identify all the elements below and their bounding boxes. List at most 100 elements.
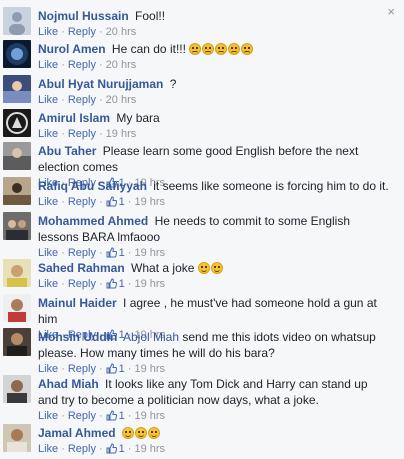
avatar[interactable] (3, 424, 31, 452)
like-link[interactable]: Like (38, 196, 58, 208)
reply-link[interactable]: Reply (68, 247, 96, 259)
separator-dot: · (98, 26, 103, 38)
reply-link[interactable]: Reply (68, 128, 96, 140)
avatar[interactable] (3, 177, 31, 205)
thumbs-up-icon (106, 443, 117, 454)
commenter-name[interactable]: Amirul Islam (38, 111, 110, 125)
timestamp[interactable]: 19 hrs (134, 278, 165, 290)
like-link[interactable]: Like (38, 443, 58, 455)
commenter-name[interactable]: Nurol Amen (38, 42, 106, 56)
commenter-name[interactable]: Ahad Miah (38, 377, 99, 391)
avatar[interactable] (3, 328, 31, 356)
mention-link[interactable]: Abjol Miah (123, 330, 179, 344)
thumbs-up-icon (106, 410, 117, 421)
like-link[interactable]: Like (38, 410, 58, 422)
like-link[interactable]: Like (38, 128, 58, 140)
reply-link[interactable]: Reply (68, 363, 96, 375)
comment-meta: Like · Reply · 1 · 19 hrs (38, 409, 390, 424)
timestamp[interactable]: 19 hrs (106, 128, 137, 140)
reply-link[interactable]: Reply (68, 278, 96, 290)
like-link[interactable]: Like (38, 94, 58, 106)
separator-dot: · (98, 196, 103, 208)
commenter-name[interactable]: Rafiq Abu Safiyyah (38, 179, 147, 193)
like-count[interactable]: 1 (106, 196, 125, 208)
timestamp[interactable]: 20 hrs (106, 59, 137, 71)
timestamp[interactable]: 20 hrs (106, 94, 137, 106)
reply-link[interactable]: Reply (68, 443, 96, 455)
timestamp[interactable]: 19 hrs (134, 247, 165, 259)
comment-text: ? (169, 77, 177, 91)
separator-dot: · (61, 278, 65, 290)
laughing-face-icon (197, 261, 224, 275)
like-count[interactable]: 1 (106, 443, 125, 455)
reply-link[interactable]: Reply (68, 196, 96, 208)
separator-dot: · (98, 410, 103, 422)
crying-face-icon (189, 42, 254, 56)
separator-dot: · (61, 59, 65, 71)
avatar[interactable] (3, 75, 31, 103)
separator-dot: · (61, 443, 65, 455)
comment-meta: Like · Reply · 20 hrs (38, 58, 390, 73)
commenter-name[interactable]: Abul Hyat Nurujjaman (38, 77, 163, 91)
reply-link[interactable]: Reply (68, 26, 96, 38)
separator-dot: · (61, 94, 65, 106)
avatar[interactable] (3, 7, 31, 35)
avatar[interactable] (3, 294, 31, 322)
reply-link[interactable]: Reply (68, 59, 96, 71)
separator-dot: · (61, 26, 65, 38)
like-count[interactable]: 1 (106, 278, 125, 290)
comment-text: What a joke (131, 261, 195, 275)
avatar[interactable] (3, 259, 31, 287)
separator-dot: · (127, 443, 132, 455)
reply-link[interactable]: Reply (68, 94, 96, 106)
like-count[interactable]: 1 (106, 410, 125, 422)
like-link[interactable]: Like (38, 363, 58, 375)
commenter-name[interactable]: Mohammed Ahmed (38, 214, 148, 228)
separator-dot: · (98, 59, 103, 71)
separator-dot: · (61, 128, 65, 140)
commenter-name[interactable]: Abu Taher (38, 144, 96, 158)
like-link[interactable]: Like (38, 26, 58, 38)
timestamp[interactable]: 19 hrs (134, 363, 165, 375)
comment-meta: Like · Reply · 1 · 19 hrs (38, 195, 390, 210)
timestamp[interactable]: 19 hrs (134, 196, 165, 208)
separator-dot: · (127, 410, 132, 422)
separator-dot: · (127, 196, 132, 208)
separator-dot: · (127, 363, 132, 375)
avatar[interactable] (3, 142, 31, 170)
like-count[interactable]: 1 (106, 363, 125, 375)
like-count[interactable]: 1 (106, 247, 125, 259)
comment-meta: Like · Reply · 20 hrs (38, 93, 390, 108)
separator-dot: · (61, 196, 65, 208)
comment-meta: Like · Reply · 1 · 19 hrs (38, 442, 390, 457)
avatar[interactable] (3, 212, 31, 240)
avatar[interactable] (3, 40, 31, 68)
commenter-name[interactable]: Mainul Haider (38, 296, 117, 310)
like-link[interactable]: Like (38, 247, 58, 259)
separator-dot: · (98, 128, 103, 140)
separator-dot: · (98, 443, 103, 455)
like-link[interactable]: Like (38, 278, 58, 290)
comment-text: My bara (116, 111, 160, 125)
thumbs-up-icon (106, 196, 117, 207)
comment-text: it seems like someone is forcing him to … (153, 179, 389, 193)
commenter-name[interactable]: Mohsin Uddin (38, 330, 117, 344)
separator-dot: · (98, 363, 103, 375)
like-link[interactable]: Like (38, 59, 58, 71)
timestamp[interactable]: 19 hrs (134, 410, 165, 422)
comment-meta: Like · Reply · 1 · 19 hrs (38, 277, 390, 292)
timestamp[interactable]: 20 hrs (106, 26, 137, 38)
comment-meta: Like · Reply · 1 · 19 hrs (38, 246, 390, 261)
commenter-name[interactable]: Jamal Ahmed (38, 426, 116, 440)
commenter-name[interactable]: Nojmul Hussain (38, 9, 129, 23)
separator-dot: · (127, 247, 132, 259)
comment-meta: Like · Reply · 1 · 19 hrs (38, 362, 390, 377)
comment-text: He can do it!!! (111, 42, 186, 56)
commenter-name[interactable]: Sahed Rahman (38, 261, 125, 275)
avatar[interactable] (3, 375, 31, 403)
avatar[interactable] (3, 109, 31, 137)
comment-meta: Like · Reply · 20 hrs (38, 25, 390, 40)
timestamp[interactable]: 19 hrs (134, 443, 165, 455)
reply-link[interactable]: Reply (68, 410, 96, 422)
thumbs-up-icon (106, 247, 117, 258)
